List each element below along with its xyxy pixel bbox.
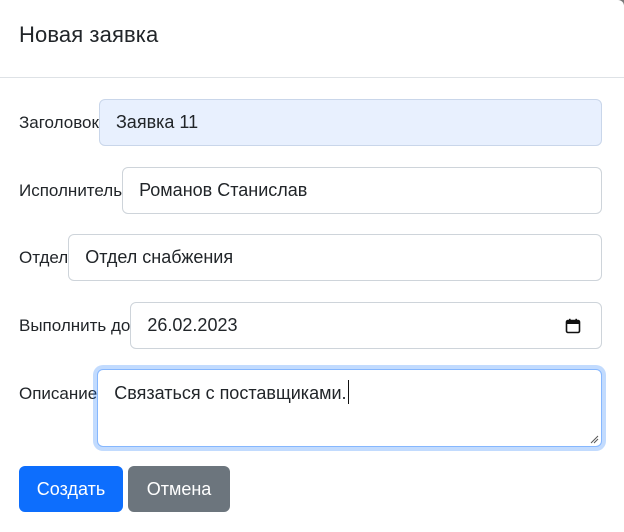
new-request-modal: Новая заявка Заголовок Заявка 11 Исполни… xyxy=(0,0,624,532)
cancel-button[interactable]: Отмена xyxy=(128,466,230,512)
modal-header: Новая заявка xyxy=(0,0,624,78)
title-label: Заголовок xyxy=(19,112,99,132)
modal-title: Новая заявка xyxy=(19,21,159,47)
description-value: Связаться с поставщиками. xyxy=(114,383,347,403)
department-label: Отдел xyxy=(19,247,69,267)
text-caret xyxy=(347,380,349,404)
title-input-value: Заявка 11 xyxy=(115,112,199,132)
department-input[interactable]: Отдел снабжения xyxy=(68,234,602,281)
description-textarea[interactable]: Связаться с поставщиками. xyxy=(97,369,602,447)
assignee-input[interactable]: Романов Станислав xyxy=(122,167,602,214)
assignee-row: Исполнитель Романов Станислав xyxy=(19,167,602,214)
resize-grip-icon[interactable] xyxy=(589,434,599,444)
due-date-label: Выполнить до xyxy=(19,315,131,335)
description-row: Описание Связаться с поставщиками. xyxy=(19,369,602,447)
due-date-input[interactable]: 26.02.2023 xyxy=(130,302,602,349)
title-row: Заголовок Заявка 11 xyxy=(19,99,602,146)
due-date-row: Выполнить до 26.02.2023 xyxy=(19,302,602,349)
create-button[interactable]: Создать xyxy=(19,466,123,512)
calendar-icon[interactable] xyxy=(565,318,581,334)
description-label: Описание xyxy=(19,384,98,403)
department-input-value: Отдел снабжения xyxy=(85,247,234,267)
title-input[interactable]: Заявка 11 xyxy=(98,99,602,146)
due-date-value: 26.02.2023 xyxy=(147,315,238,335)
department-row: Отдел Отдел снабжения xyxy=(19,234,602,281)
assignee-label: Исполнитель xyxy=(19,180,123,200)
assignee-input-value: Романов Станислав xyxy=(139,180,308,200)
